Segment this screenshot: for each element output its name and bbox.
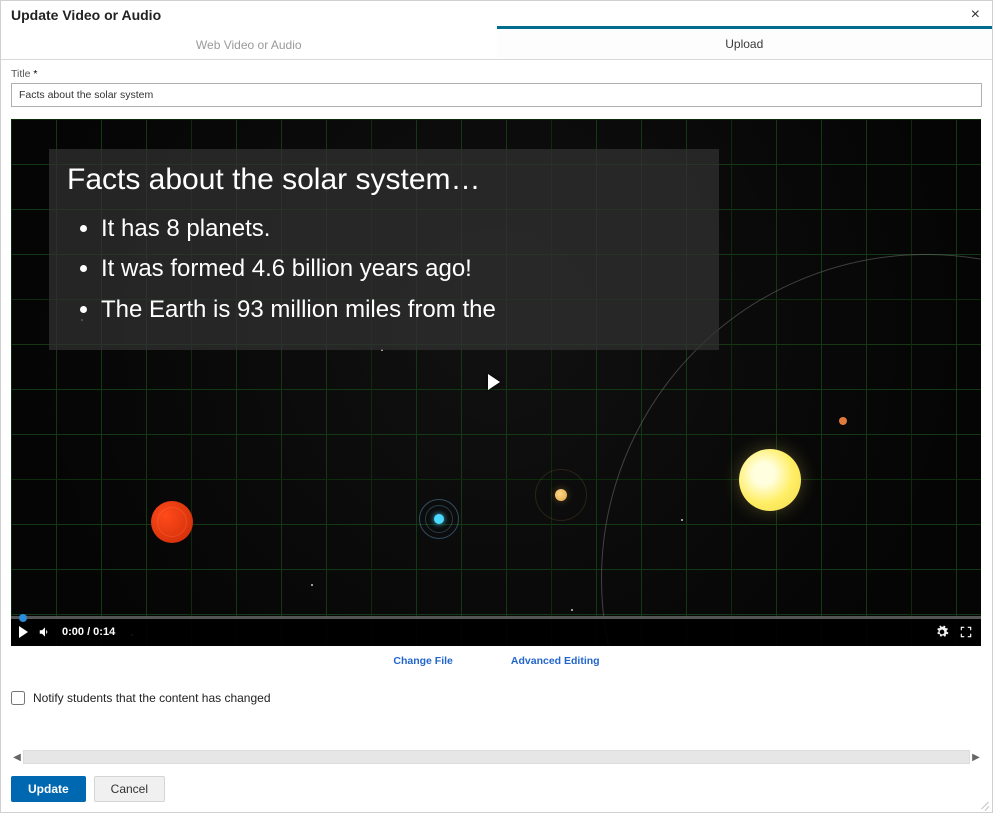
volume-button[interactable] (38, 625, 52, 639)
tab-web-video-audio[interactable]: Web Video or Audio (1, 27, 497, 59)
gear-icon (935, 625, 949, 639)
caption-title: Facts about the solar system… (67, 163, 701, 197)
cancel-button[interactable]: Cancel (94, 776, 165, 802)
title-field-label: Title * (1, 60, 992, 83)
title-label-text: Title (11, 68, 30, 80)
planet-blue (434, 514, 444, 524)
video-progress-handle[interactable] (19, 614, 27, 622)
video-time-display: 0:00 / 0:14 (62, 626, 115, 638)
required-asterisk: * (33, 68, 37, 80)
fullscreen-button[interactable] (959, 625, 973, 639)
close-icon[interactable]: × (969, 7, 982, 23)
star (571, 609, 573, 611)
planet-red (151, 501, 193, 543)
caption-bullet: It has 8 planets. (101, 209, 701, 249)
video-preview: Facts about the solar system… It has 8 p… (11, 119, 981, 646)
scroll-track[interactable] (23, 750, 970, 764)
fullscreen-icon (959, 625, 973, 639)
volume-icon (38, 625, 52, 639)
video-progress-track[interactable] (11, 616, 981, 619)
scroll-right-icon[interactable]: ▶ (970, 752, 982, 763)
caption-bullet: The Earth is 93 million miles from the (101, 290, 701, 330)
planet-orange-small (839, 417, 847, 425)
sun (739, 449, 801, 511)
star (681, 519, 683, 521)
scroll-left-icon[interactable]: ◀ (11, 752, 23, 763)
play-button[interactable] (19, 626, 28, 638)
update-button[interactable]: Update (11, 776, 86, 802)
caption-bullet: It was formed 4.6 billion years ago! (101, 249, 701, 289)
video-controls-bar: 0:00 / 0:14 (11, 619, 981, 646)
dialog-title: Update Video or Audio (11, 7, 161, 23)
planet-yellow-small (555, 489, 567, 501)
notify-students-label: Notify students that the content has cha… (33, 691, 271, 705)
advanced-editing-link[interactable]: Advanced Editing (511, 655, 600, 667)
play-overlay-icon[interactable] (488, 374, 500, 390)
change-file-link[interactable]: Change File (393, 655, 453, 667)
settings-button[interactable] (935, 625, 949, 639)
tab-upload[interactable]: Upload (497, 26, 993, 59)
star (311, 584, 313, 586)
title-input[interactable] (11, 83, 982, 107)
notify-students-checkbox[interactable] (11, 691, 25, 705)
resize-handle-icon[interactable] (979, 799, 989, 809)
video-caption-overlay: Facts about the solar system… It has 8 p… (49, 149, 719, 350)
play-icon (19, 626, 28, 638)
horizontal-scrollbar[interactable]: ◀ ▶ (11, 749, 982, 766)
